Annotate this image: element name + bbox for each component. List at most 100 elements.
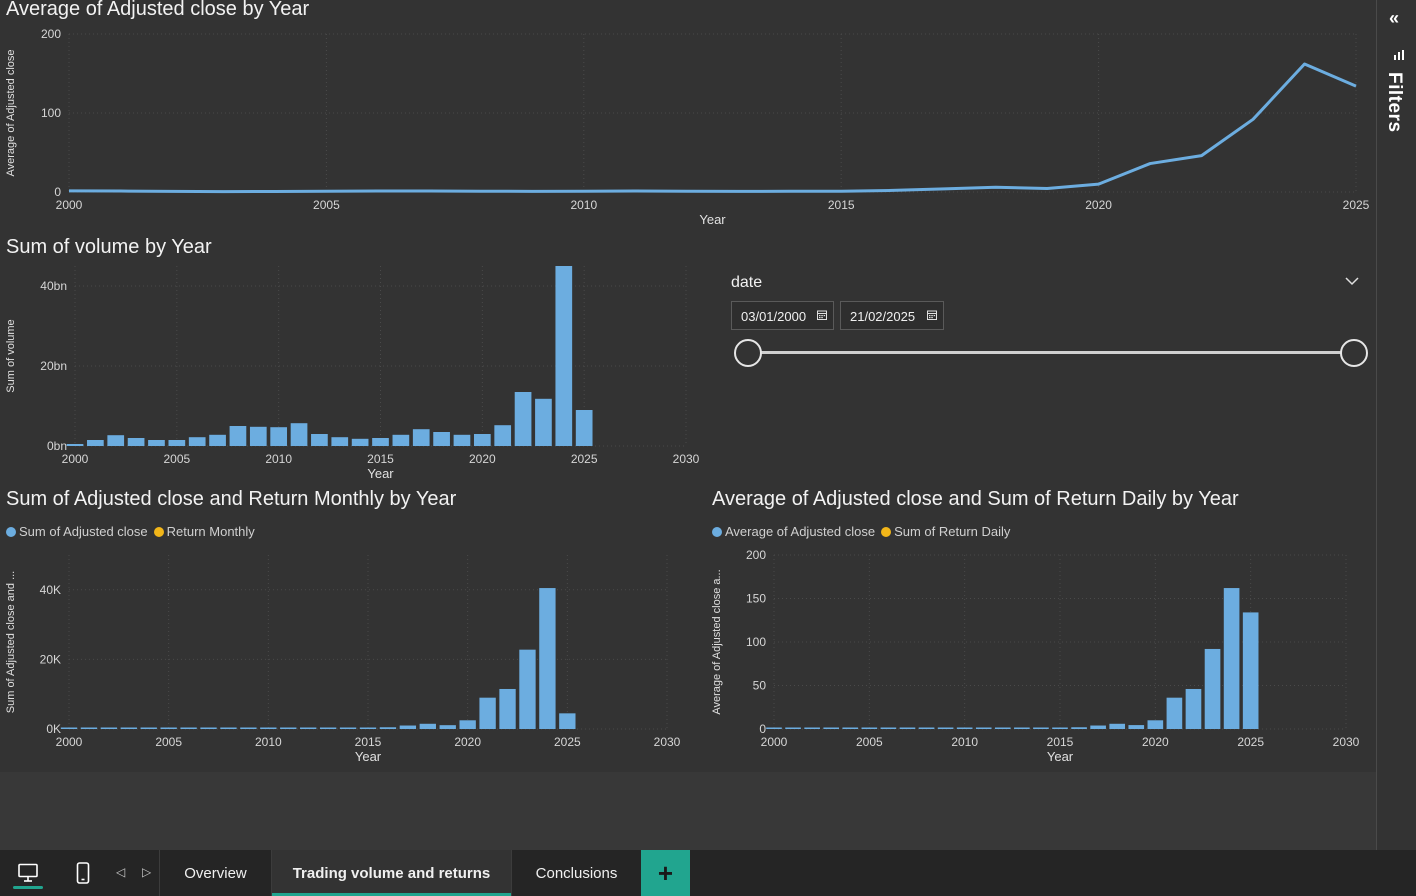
calendar-icon[interactable]: [927, 310, 937, 320]
bar: [433, 432, 450, 446]
bar: [1185, 688, 1202, 729]
filters-label[interactable]: Filters: [1383, 72, 1405, 133]
double-chevron-right-icon[interactable]: «: [1389, 8, 1399, 29]
date-slicer[interactable]: date 03/01/2000 21/02/2025: [720, 265, 1370, 375]
bar: [60, 727, 78, 729]
tab-overview[interactable]: Overview: [159, 850, 271, 896]
next-page-arrow-icon[interactable]: ▷: [142, 865, 151, 879]
calendar-icon[interactable]: [817, 310, 827, 320]
bar: [1033, 727, 1049, 729]
x-tick-label: 2030: [673, 452, 700, 466]
bar: [539, 588, 556, 729]
date-range-slider-track[interactable]: [748, 351, 1354, 354]
volume-bar-chart-visual[interactable]: Sum of volume by Year 2000 2005 2010 2015 20…: [0, 232, 712, 482]
y-axis-label: Average of Adjusted close a...: [711, 569, 723, 714]
bar: [1090, 725, 1106, 729]
bar: [229, 426, 247, 446]
x-tick-label: 2010: [265, 452, 292, 466]
bar: [148, 440, 165, 446]
avg-adjusted-close-return-daily-svg: 2000 2005 2010 2015 2020 2025 2030 0 50 100 150 200…: [711, 548, 1360, 764]
x-axis-label: Year: [367, 466, 394, 481]
previous-page-arrow-icon[interactable]: ◁: [116, 865, 125, 879]
x-tick-label: 2000: [761, 735, 788, 749]
y-axis-label: Sum of Adjusted close and ...: [5, 571, 17, 713]
y-tick-label: 0bn: [47, 439, 67, 453]
y-tick-label: 200: [746, 548, 766, 562]
x-axis-label: Year: [355, 749, 382, 764]
adjusted-close-return-monthly-svg: 2000 2005 2010 2015 2020 2025 2030 0K 20K 40K Year…: [5, 555, 681, 764]
bar: [249, 426, 267, 446]
tab-trading-volume-and-returns[interactable]: Trading volume and returns: [271, 850, 511, 896]
bar: [499, 688, 516, 729]
bar: [575, 410, 593, 446]
tab-label: Trading volume and returns: [292, 864, 491, 882]
y-tick-label: 200: [41, 27, 61, 41]
slider-start-handle[interactable]: [734, 339, 762, 367]
bar: [473, 434, 491, 446]
bar: [66, 444, 84, 446]
x-tick-label: 2005: [856, 735, 883, 749]
bar: [209, 434, 226, 446]
bar: [1242, 612, 1259, 729]
bar: [1147, 720, 1164, 729]
x-tick-label: 2005: [313, 198, 340, 212]
bar: [220, 727, 237, 729]
bar: [339, 727, 357, 729]
y-tick-label: 40bn: [40, 279, 67, 293]
slider-end-handle[interactable]: [1340, 339, 1368, 367]
y-tick-label: 0K: [46, 722, 61, 736]
bar: [1071, 727, 1087, 729]
x-axis-label: Year: [1047, 749, 1074, 764]
x-tick-label: 2025: [1343, 198, 1370, 212]
x-tick-label: 2015: [367, 452, 394, 466]
bar: [804, 727, 820, 729]
y-tick-label: 20K: [40, 652, 61, 666]
end-date-input[interactable]: 21/02/2025: [840, 301, 944, 330]
filters-pane[interactable]: « Filters: [1376, 0, 1416, 850]
bar: [555, 266, 573, 446]
bar: [140, 727, 157, 729]
bar: [453, 434, 471, 446]
bar: [956, 727, 973, 729]
bar: [331, 437, 349, 446]
bar: [168, 440, 186, 446]
chevron-down-icon[interactable]: [1344, 273, 1360, 289]
y-tick-label: 0: [759, 722, 766, 736]
avg-adjusted-close-return-daily-chart-visual[interactable]: Average of Adjusted close and Sum of Ret…: [706, 482, 1376, 772]
y-tick-label: 150: [746, 592, 766, 606]
start-date-value: 03/01/2000: [741, 309, 807, 324]
plus-icon: +: [657, 857, 674, 888]
bar: [766, 727, 782, 729]
bar: [785, 727, 801, 729]
bar: [1223, 588, 1240, 729]
slicer-title: date: [731, 274, 763, 291]
tab-conclusions[interactable]: Conclusions: [511, 850, 641, 896]
x-tick-label: 2020: [1085, 198, 1112, 212]
tab-label: Conclusions: [535, 864, 618, 882]
x-tick-label: 2000: [62, 452, 89, 466]
add-page-button[interactable]: +: [641, 850, 690, 896]
bar: [1204, 648, 1221, 729]
bar: [107, 435, 125, 446]
x-tick-label: 2020: [1142, 735, 1169, 749]
adjusted-close-return-monthly-chart-visual[interactable]: Sum of Adjusted close and Return Monthly…: [0, 482, 706, 772]
y-tick-label: 0: [54, 185, 61, 199]
desktop-view-button[interactable]: [7, 850, 49, 896]
x-tick-label: 2005: [155, 735, 182, 749]
tab-label: Overview: [184, 864, 247, 882]
bar: [319, 727, 337, 729]
start-date-input[interactable]: 03/01/2000: [731, 301, 834, 330]
report-canvas-root: Average of Adjusted close by Year 2000 20…: [0, 0, 1416, 896]
mobile-view-icon: [76, 862, 90, 884]
mobile-view-button[interactable]: [62, 850, 104, 896]
line-chart-visual[interactable]: Average of Adjusted close by Year 2000 20…: [0, 0, 1376, 232]
x-tick-label: 2000: [56, 735, 83, 749]
y-tick-label: 100: [746, 635, 766, 649]
filter-icon: [1394, 50, 1404, 60]
x-tick-label: 2010: [951, 735, 978, 749]
y-axis-label: Average of Adjusted close: [5, 50, 17, 177]
bar: [260, 727, 277, 729]
bar: [1014, 727, 1030, 729]
bar: [87, 440, 104, 446]
x-tick-label: 2020: [454, 735, 481, 749]
